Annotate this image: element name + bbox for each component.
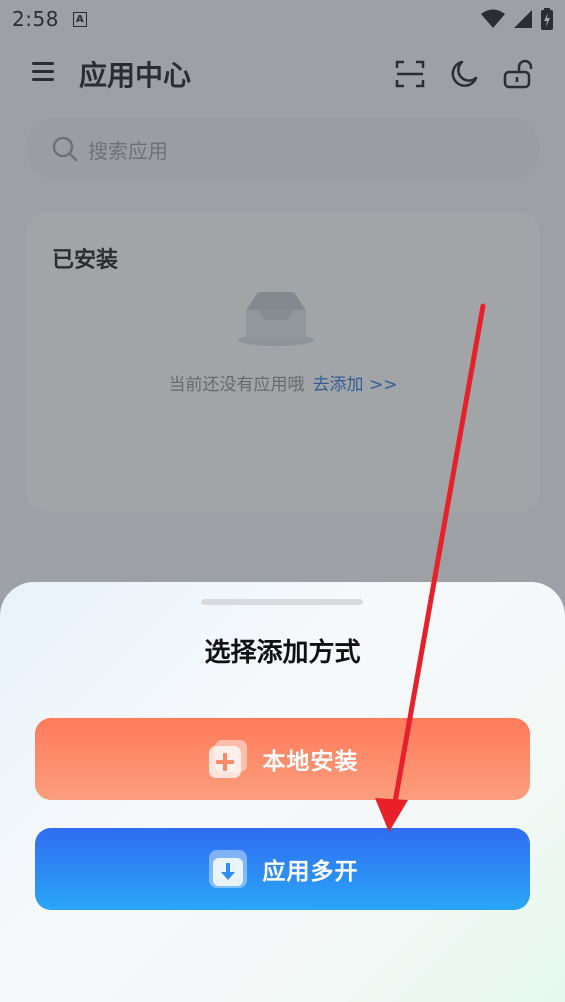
- download-icon: [208, 850, 247, 888]
- app-clone-button[interactable]: 应用多开: [35, 828, 530, 910]
- local-install-button[interactable]: 本地安装: [35, 718, 530, 800]
- app-clone-label: 应用多开: [262, 859, 359, 885]
- local-install-label: 本地安装: [262, 749, 359, 775]
- plus-icon: [208, 740, 247, 778]
- sheet-drag-handle[interactable]: [201, 599, 363, 605]
- add-method-sheet: 选择添加方式 本地安装 应用多开: [0, 582, 565, 1002]
- sheet-title: 选择添加方式: [204, 638, 361, 668]
